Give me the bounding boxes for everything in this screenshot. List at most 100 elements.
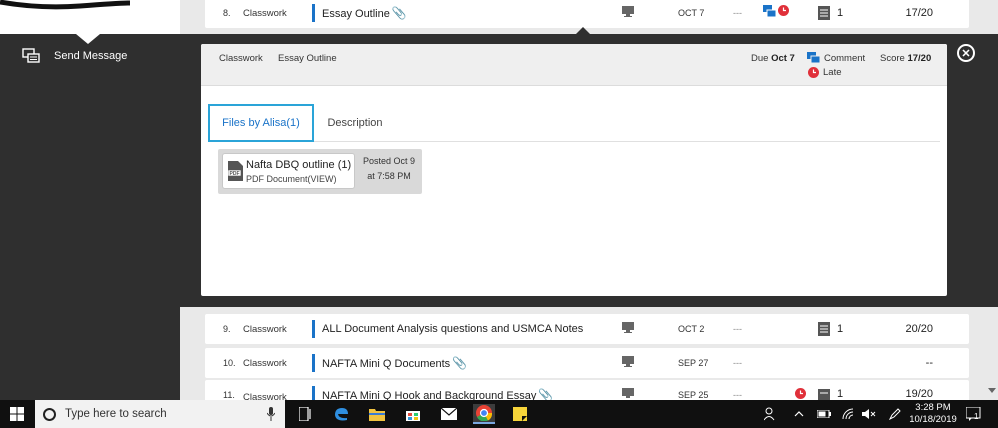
row-count: 1: [837, 388, 844, 400]
document-icon[interactable]: [817, 5, 831, 21]
comment-link[interactable]: Comment: [807, 52, 865, 64]
windows-start-icon[interactable]: [10, 407, 24, 421]
file-posted: Posted Oct 9 at 7:58 PM: [361, 154, 417, 184]
computer-icon: [622, 322, 634, 333]
row-due-date: SEP 25: [678, 390, 709, 400]
chevron-up-icon[interactable]: [794, 400, 804, 428]
scroll-down-arrow[interactable]: [988, 388, 996, 393]
volume-muted-icon[interactable]: [862, 400, 876, 428]
table-row[interactable]: 9. Classwork ALL Document Analysis quest…: [205, 314, 969, 344]
panel-score: Score 17/20: [880, 53, 931, 64]
row-status-icons: [763, 5, 789, 18]
document-icon[interactable]: [817, 321, 831, 337]
late-status: Late: [808, 67, 842, 78]
computer-icon: [622, 388, 634, 398]
late-clock-icon: [795, 388, 806, 399]
send-message-label: Send Message: [54, 50, 128, 62]
panel-tabs: Files by Alisa(1) Description: [208, 104, 940, 142]
row-number: 8.: [223, 8, 231, 18]
row-dash: ---: [733, 358, 742, 368]
posted-line-2: at 7:58 PM: [367, 171, 411, 181]
people-icon[interactable]: [764, 400, 778, 428]
windows-taskbar: Type here to search 3:28 PM 10/18/2019 1: [0, 400, 998, 428]
chrome-icon[interactable]: [473, 404, 495, 424]
file-type-view-link[interactable]: PDF Document(VIEW): [246, 174, 337, 184]
mail-icon[interactable]: [439, 404, 459, 424]
task-view-icon[interactable]: [296, 404, 316, 424]
sidebar-top-card: [0, 0, 180, 44]
late-label: Late: [823, 67, 842, 78]
pen-icon[interactable]: [889, 400, 901, 428]
store-icon[interactable]: [403, 404, 423, 424]
row-title[interactable]: NAFTA Mini Q Documents 📎: [322, 356, 467, 370]
row-accent-bar: [312, 354, 315, 372]
assignment-detail-panel: Classwork Essay Outline Due Oct 7 Commen…: [201, 44, 947, 296]
wifi-icon[interactable]: [842, 400, 854, 428]
comment-icon: [807, 52, 820, 64]
late-clock-icon: [808, 67, 819, 78]
row-score: 17/20: [905, 7, 933, 19]
table-row[interactable]: 8. Classwork Essay Outline 📎 OCT 7 --- 1 …: [205, 0, 969, 28]
row-category: Classwork: [243, 357, 287, 369]
comment-icon[interactable]: [763, 5, 776, 18]
posted-line-1: Posted Oct 9: [362, 156, 416, 166]
row-score: 19/20: [905, 388, 933, 400]
row-score: --: [925, 357, 933, 369]
notification-center-icon[interactable]: 1: [966, 400, 982, 428]
row-title-text: NAFTA Mini Q Documents: [322, 358, 451, 370]
row-accent-bar: [312, 320, 315, 338]
row-title-text: Essay Outline: [322, 8, 390, 20]
edge-browser-icon[interactable]: [331, 404, 351, 424]
tab-description[interactable]: Description: [327, 104, 382, 142]
row-title[interactable]: ALL Document Analysis questions and USMC…: [322, 323, 583, 335]
paperclip-icon: 📎: [391, 6, 407, 20]
send-message-button[interactable]: Send Message: [22, 48, 127, 64]
row-number: 9.: [223, 324, 231, 334]
pdf-file-icon: PDF: [228, 161, 243, 181]
panel-header: Classwork Essay Outline Due Oct 7 Commen…: [201, 44, 947, 86]
cortana-circle-icon: [43, 407, 56, 421]
computer-icon: [622, 356, 634, 367]
table-row[interactable]: 10. Classwork NAFTA Mini Q Documents 📎 SE…: [205, 348, 969, 378]
taskbar-search-box[interactable]: Type here to search: [35, 400, 285, 428]
clock-time: 3:28 PM: [915, 402, 951, 413]
row-dash: ---: [733, 8, 742, 18]
row-title[interactable]: Essay Outline 📎: [322, 6, 407, 20]
redacted-scribble: [0, 0, 130, 10]
computer-icon: [622, 6, 634, 17]
row-count: 1: [837, 323, 844, 335]
due-date: Oct 7: [771, 53, 795, 64]
file-attachment: PDF Nafta DBQ outline (1) PDF Document(V…: [218, 149, 422, 194]
close-panel-button[interactable]: ✕: [957, 44, 975, 62]
row-number: 11.: [223, 390, 235, 400]
row-dash: ---: [733, 390, 742, 400]
panel-title: Essay Outline: [278, 53, 337, 64]
battery-icon[interactable]: [817, 400, 831, 428]
row-due-date: OCT 2: [678, 324, 705, 334]
panel-due: Due Oct 7: [751, 53, 795, 64]
clock-date: 10/18/2019: [909, 414, 957, 425]
row-dash: ---: [733, 324, 742, 334]
taskbar-clock[interactable]: 3:28 PM 10/18/2019: [908, 402, 958, 426]
panel-category: Classwork: [219, 53, 263, 64]
sidebar-pointer: [76, 34, 100, 44]
late-clock-icon: [778, 5, 789, 16]
row-category: Classwork: [243, 7, 287, 19]
microphone-icon[interactable]: [267, 407, 275, 421]
tab-files[interactable]: Files by Alisa(1): [208, 104, 314, 142]
row-due-date: SEP 27: [678, 358, 709, 368]
pdf-badge-text: PDF: [230, 171, 240, 177]
paperclip-icon: 📎: [452, 356, 468, 370]
row-count: 1: [837, 7, 844, 19]
file-card[interactable]: PDF Nafta DBQ outline (1) PDF Document(V…: [222, 153, 355, 189]
file-explorer-icon[interactable]: [367, 404, 387, 424]
row-due-date: OCT 7: [678, 8, 705, 18]
row-accent-bar: [312, 4, 315, 22]
sidebar: Send Message: [0, 0, 180, 400]
sticky-notes-icon[interactable]: [510, 404, 530, 424]
row-score: 20/20: [905, 323, 933, 335]
panel-notch: [575, 27, 591, 35]
score-value: 17/20: [907, 53, 932, 64]
file-name: Nafta DBQ outline (1): [246, 159, 352, 171]
due-label: Due: [751, 53, 769, 64]
